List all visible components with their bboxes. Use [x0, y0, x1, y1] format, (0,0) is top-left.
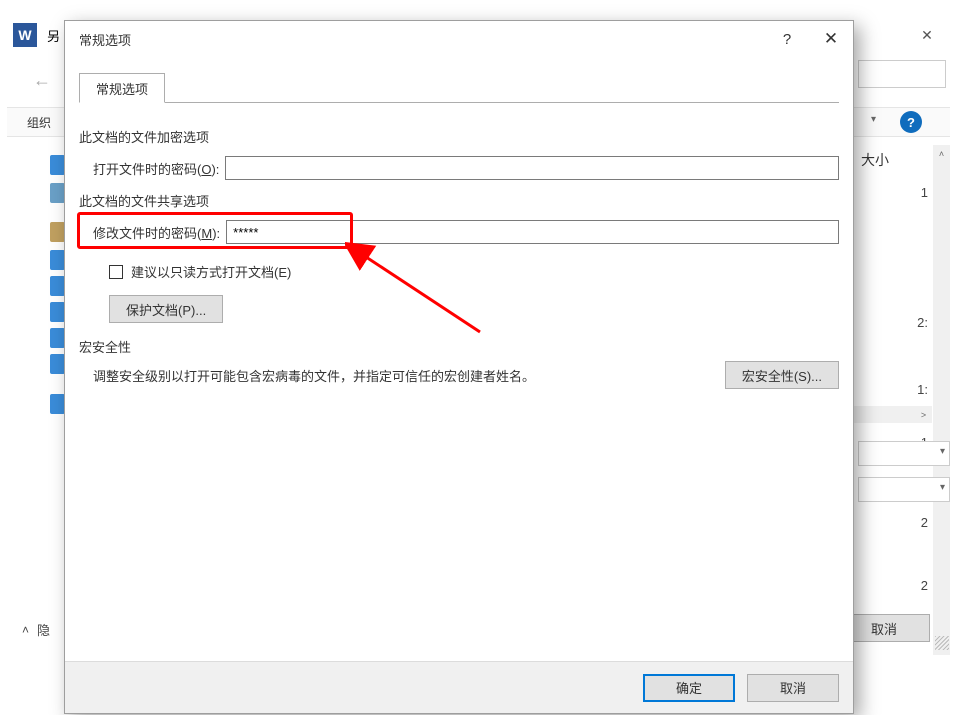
filetype-dropdown-fragment[interactable]: ▾	[858, 477, 950, 502]
chevron-up-icon: ˄	[22, 623, 29, 637]
help-button[interactable]: ?	[765, 21, 809, 57]
ok-button[interactable]: 确定	[643, 674, 735, 702]
hide-folders-label: 隐	[37, 620, 50, 639]
chevron-down-icon: ▾	[940, 482, 945, 493]
general-options-dialog: 常规选项 ? ✕ 常规选项 此文档的文件加密选项 打开文件时的密码(O): 此文…	[64, 20, 854, 714]
encryption-section-title: 此文档的文件加密选项	[79, 127, 839, 146]
sidebar-stub	[50, 354, 65, 374]
encryption-group: 此文档的文件加密选项 打开文件时的密码(O):	[79, 127, 839, 180]
open-password-row: 打开文件时的密码(O):	[93, 156, 839, 180]
list-row-fragment: 2	[921, 578, 928, 593]
checkbox-icon[interactable]	[109, 265, 123, 279]
address-bar-fragment[interactable]	[858, 60, 946, 88]
back-arrow-icon[interactable]: ←	[30, 68, 54, 92]
tab-label: 常规选项	[96, 79, 148, 98]
sharing-section-title: 此文档的文件共享选项	[79, 191, 839, 210]
filename-dropdown-fragment[interactable]: ▾	[858, 441, 950, 466]
saveas-cancel-label: 取消	[871, 619, 897, 638]
hide-folders-toggle[interactable]: ˄ 隐	[22, 620, 50, 639]
modify-password-input[interactable]	[226, 220, 839, 244]
word-icon	[13, 23, 37, 47]
dialog-body: 常规选项 此文档的文件加密选项 打开文件时的密码(O): 此文档的文件共享选项 …	[65, 57, 853, 661]
chevron-up-icon[interactable]: ˄	[933, 145, 950, 162]
list-row-fragment: 1	[921, 185, 928, 200]
cancel-label: 取消	[780, 678, 806, 697]
scrollbar-horizontal[interactable]: ˃	[846, 406, 932, 423]
sidebar-stub	[50, 394, 65, 414]
sidebar-stub	[50, 183, 65, 203]
tab-general-options[interactable]: 常规选项	[79, 73, 165, 103]
sidebar-stub	[50, 250, 65, 270]
col-size-header[interactable]: 大小	[861, 150, 889, 170]
tab-bottom-rule	[79, 102, 839, 103]
sidebar-stub	[50, 155, 65, 175]
macro-security-label: 宏安全性(S)...	[742, 366, 822, 385]
ok-label: 确定	[676, 678, 702, 697]
protect-document-label: 保护文档(P)...	[126, 300, 206, 319]
organize-label[interactable]: 组织	[27, 114, 51, 131]
chevron-down-icon[interactable]: ▾	[871, 114, 876, 125]
saveas-title-fragment: 另	[47, 26, 60, 45]
dialog-titlebar: 常规选项 ? ✕	[65, 21, 853, 57]
cancel-button[interactable]: 取消	[747, 674, 839, 702]
sidebar-stub	[50, 276, 65, 296]
protect-document-button[interactable]: 保护文档(P)...	[109, 295, 223, 323]
resize-grip-icon[interactable]	[935, 636, 949, 650]
list-row-fragment: 1:	[917, 382, 928, 397]
macro-section-title: 宏安全性	[79, 337, 839, 356]
macro-security-group: 宏安全性 调整安全级别以打开可能包含宏病毒的文件，并指定可信任的宏创建者姓名。 …	[79, 337, 839, 385]
sidebar-stub	[50, 328, 65, 348]
sidebar-stub	[50, 222, 65, 242]
list-row-fragment: 2	[921, 515, 928, 530]
macro-security-button[interactable]: 宏安全性(S)...	[725, 361, 839, 389]
readonly-label: 建议以只读方式打开文档(E)	[131, 262, 291, 281]
dialog-button-row: 确定 取消	[65, 661, 853, 713]
scrollbar-vertical[interactable]: ˄	[933, 145, 950, 655]
open-password-input[interactable]	[225, 156, 839, 180]
close-button[interactable]: ✕	[809, 21, 853, 57]
dialog-title: 常规选项	[79, 30, 131, 49]
chevron-right-icon[interactable]: ˃	[915, 406, 932, 423]
list-row-fragment: 2:	[917, 315, 928, 330]
close-icon[interactable]: ✕	[904, 19, 950, 51]
help-icon[interactable]: ?	[900, 111, 922, 133]
chevron-down-icon: ▾	[940, 446, 945, 457]
sidebar-stub	[50, 302, 65, 322]
filelist-right-fragment: 大小 1 2: 1: 1 2 2 ˄	[843, 140, 950, 655]
modify-password-label: 修改文件时的密码(M):	[93, 223, 220, 242]
modify-password-row: 修改文件时的密码(M):	[93, 220, 839, 244]
open-password-label: 打开文件时的密码(O):	[93, 159, 219, 178]
readonly-checkbox-row[interactable]: 建议以只读方式打开文档(E)	[109, 262, 839, 281]
sharing-group: 此文档的文件共享选项 修改文件时的密码(M): 建议以只读方式打开文档(E) 保…	[79, 191, 839, 323]
